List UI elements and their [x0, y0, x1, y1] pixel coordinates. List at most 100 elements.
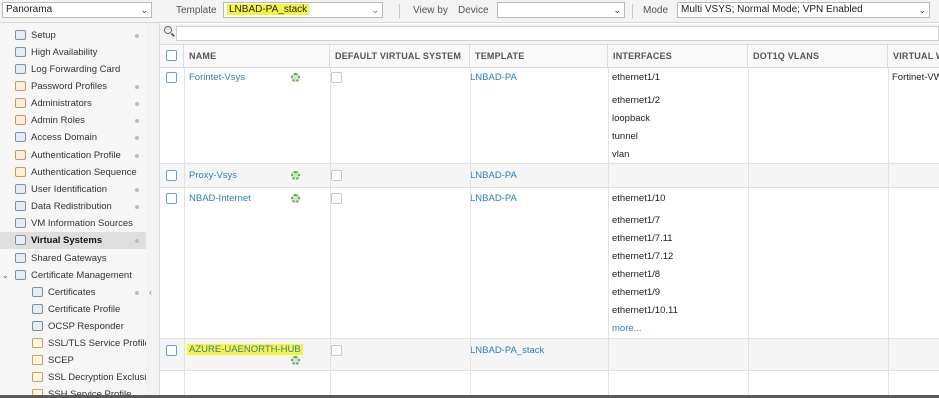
table-row[interactable]: Proxy-Vsys LNBAD-PA — [160, 164, 939, 188]
column-header-name[interactable]: NAME — [184, 45, 330, 67]
interface-item: ethernet1/1 — [612, 72, 661, 83]
column-header-template[interactable]: TEMPLATE — [470, 45, 608, 67]
template-link[interactable]: LNBAD-PA — [470, 170, 517, 181]
sidebar-item-label: User Identification — [31, 184, 108, 195]
interface-item: ethernet1/10 — [612, 193, 666, 204]
chevron-down-icon[interactable]: ⌄ — [2, 267, 9, 284]
authentication-sequence-icon — [15, 167, 26, 177]
gear-icon — [291, 73, 300, 82]
sidebar-item-label: Certificate Profile — [48, 304, 121, 315]
default-vsys-checkbox — [331, 170, 342, 181]
row-checkbox[interactable] — [166, 193, 177, 204]
sidebar-item-label: Data Redistribution — [31, 201, 112, 212]
default-vsys-checkbox — [331, 193, 342, 204]
sidebar-item-ocsp-responder[interactable]: OCSP Responder — [0, 318, 146, 335]
column-divider — [330, 67, 331, 395]
chevron-down-icon: ⌄ — [371, 5, 379, 15]
column-header-interfaces[interactable]: INTERFACES — [608, 45, 748, 67]
view-by-value-label: Device — [458, 5, 489, 16]
interface-item: ethernet1/8 — [612, 269, 661, 280]
user-identification-icon — [15, 184, 26, 194]
sidebar-item-administrators[interactable]: Administrators — [0, 95, 146, 112]
status-dot — [135, 85, 139, 89]
sidebar-item-ssl-decryption-exclusion[interactable]: SSL Decryption Exclusion — [0, 369, 146, 386]
template-select[interactable]: LNBAD-PA_stack ⌄ — [223, 2, 383, 18]
default-vsys-checkbox — [331, 72, 342, 83]
row-checkbox[interactable] — [166, 170, 177, 181]
sidebar-item-log-forwarding-card[interactable]: Log Forwarding Card — [0, 61, 146, 78]
status-dot — [135, 239, 139, 243]
interface-item: ethernet1/7 — [612, 215, 661, 226]
sidebar-item-authentication-sequence[interactable]: Authentication Sequence — [0, 164, 146, 181]
sidebar-item-certificate-profile[interactable]: Certificate Profile — [0, 301, 146, 318]
sidebar-item-authentication-profile[interactable]: Authentication Profile — [0, 147, 146, 164]
sidebar-item-setup[interactable]: Setup — [0, 27, 146, 44]
sidebar: Setup High Availability Log Forwarding C… — [0, 23, 147, 395]
administrators-icon — [15, 98, 26, 108]
sidebar-item-high-availability[interactable]: High Availability — [0, 44, 146, 61]
table-row[interactable]: NBAD-Internet LNBAD-PA ethernet1/10 ethe… — [160, 188, 939, 339]
mode-select-value: Multi VSYS; Normal Mode; VPN Enabled — [681, 4, 863, 15]
admin-roles-icon — [15, 115, 26, 125]
sidebar-item-ssl-tls-service-profile[interactable]: SSL/TLS Service Profile — [0, 335, 146, 352]
filter-input[interactable] — [176, 26, 939, 41]
context-select[interactable]: Panorama ⌄ — [2, 2, 152, 18]
sidebar-item-shared-gateways[interactable]: Shared Gateways — [0, 250, 146, 267]
sidebar-item-data-redistribution[interactable]: Data Redistribution — [0, 198, 146, 215]
default-vsys-checkbox — [331, 345, 342, 356]
sidebar-item-vm-information-sources[interactable]: VM Information Sources — [0, 215, 146, 232]
high-availability-icon — [15, 47, 26, 57]
sidebar-item-virtual-systems[interactable]: Virtual Systems — [0, 232, 146, 249]
more-interfaces-link[interactable]: more... — [612, 323, 642, 334]
sidebar-item-label: High Availability — [31, 47, 98, 58]
sidebar-item-label: Password Profiles — [31, 81, 108, 92]
search-icon — [164, 26, 172, 34]
mode-label: Mode — [643, 5, 669, 16]
status-dot — [135, 188, 139, 192]
row-checkbox[interactable] — [166, 345, 177, 356]
sidebar-item-label: SSL Decryption Exclusion — [48, 372, 147, 383]
setup-icon — [15, 30, 26, 40]
table-row[interactable]: AZURE-UAENORTH-HUB LNBAD-PA_stack — [160, 339, 939, 371]
column-divider — [748, 67, 749, 395]
table-row[interactable]: Forintet-Vsys LNBAD-PA ethernet1/1 ether… — [160, 67, 939, 164]
vsys-name-link[interactable]: Forintet-Vsys — [189, 72, 245, 83]
column-header-dot1q-vlans[interactable]: DOT1Q VLANS — [748, 45, 888, 67]
sidebar-item-password-profiles[interactable]: Password Profiles — [0, 78, 146, 95]
sidebar-item-label: SSH Service Profile — [48, 389, 132, 395]
sidebar-item-ssh-service-profile[interactable]: SSH Service Profile — [0, 386, 146, 395]
mode-select[interactable]: Multi VSYS; Normal Mode; VPN Enabled ⌄ — [677, 2, 930, 18]
template-link[interactable]: LNBAD-PA — [470, 193, 517, 204]
vsys-name-link[interactable]: AZURE-UAENORTH-HUB — [187, 344, 303, 355]
sidebar-item-scep[interactable]: SCEP — [0, 352, 146, 369]
template-select-value: LNBAD-PA_stack — [227, 4, 310, 15]
row-checkbox[interactable] — [166, 72, 177, 83]
toolbar-divider — [399, 4, 400, 18]
column-header-default-virtual-system[interactable]: DEFAULT VIRTUAL SYSTEM — [330, 45, 470, 67]
sidebar-item-admin-roles[interactable]: Admin Roles — [0, 112, 146, 129]
select-all-checkbox[interactable] — [166, 50, 177, 61]
sidebar-item-label: Certificates — [48, 287, 96, 298]
table-header: NAME DEFAULT VIRTUAL SYSTEM TEMPLATE INT… — [160, 45, 939, 68]
column-header-virtual-wire[interactable]: VIRTUAL W — [888, 45, 939, 67]
sidebar-item-label: Virtual Systems — [31, 235, 103, 246]
template-link[interactable]: LNBAD-PA_stack — [470, 345, 544, 356]
vsys-name-link[interactable]: Proxy-Vsys — [189, 170, 237, 181]
template-link[interactable]: LNBAD-PA — [470, 72, 517, 83]
column-divider — [470, 67, 471, 395]
column-divider — [888, 67, 889, 395]
authentication-profile-icon — [15, 150, 26, 160]
device-select[interactable]: ⌄ — [497, 2, 625, 18]
status-dot — [135, 291, 139, 295]
gear-icon — [291, 194, 300, 203]
sidebar-item-certificates[interactable]: Certificates — [0, 284, 146, 301]
sidebar-item-user-identification[interactable]: User Identification — [0, 181, 146, 198]
chevron-down-icon: ⌄ — [918, 5, 926, 15]
status-dot — [135, 205, 139, 209]
sidebar-item-access-domain[interactable]: Access Domain — [0, 129, 146, 146]
chevron-down-icon: ⌄ — [613, 5, 621, 15]
vsys-name-link[interactable]: NBAD-Internet — [189, 193, 251, 204]
chevron-down-icon: ⌄ — [140, 5, 148, 15]
sidebar-item-certificate-management[interactable]: ⌄ Certificate Management — [0, 267, 146, 284]
sidebar-collapse-handle[interactable]: ‹ — [146, 23, 160, 395]
